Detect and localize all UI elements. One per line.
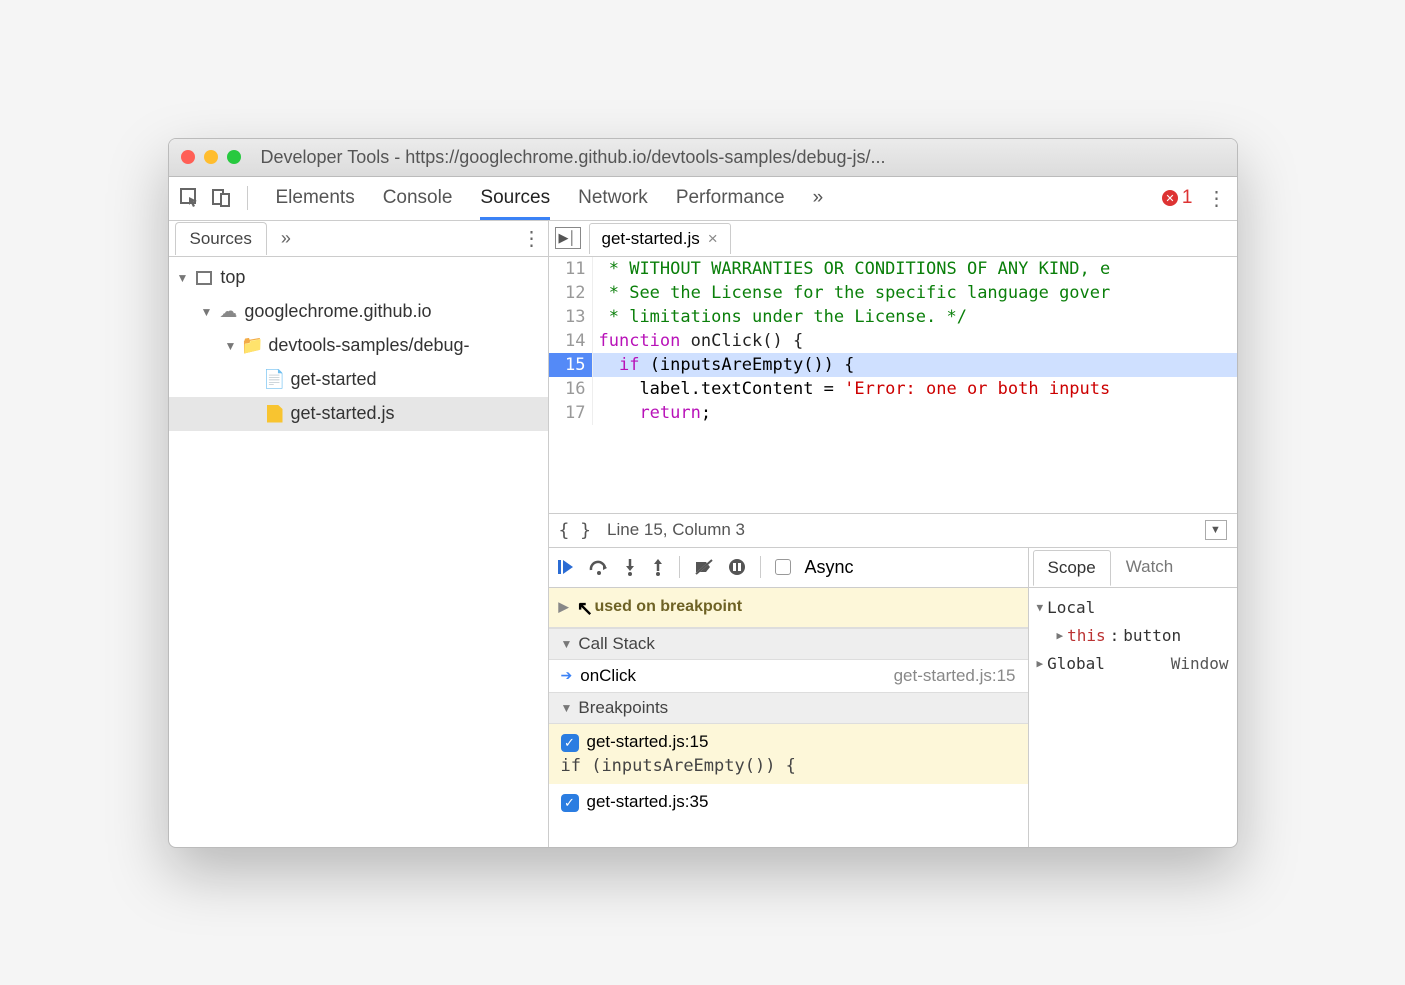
zoom-window-button[interactable] xyxy=(227,150,241,164)
devtools-window: Developer Tools - https://googlechrome.g… xyxy=(168,138,1238,848)
breakpoint-item-1[interactable]: ✓ get-started.js:15 if (inputsAreEmpty())… xyxy=(549,724,1028,784)
resume-icon[interactable] xyxy=(557,558,575,576)
tree-file1-label: get-started xyxy=(291,369,377,390)
inspect-icon[interactable] xyxy=(179,187,201,209)
cursor-position: Line 15, Column 3 xyxy=(607,520,745,540)
error-count: 1 xyxy=(1182,187,1193,209)
call-stack-label: Call Stack xyxy=(578,634,655,654)
frame-name: onClick xyxy=(580,666,636,686)
tree-domain-label: googlechrome.github.io xyxy=(244,301,431,322)
debugger-toolbar: Async xyxy=(549,548,1028,588)
disclosure-icon: ▼ xyxy=(201,305,213,319)
step-over-icon[interactable] xyxy=(589,558,609,576)
tab-console[interactable]: Console xyxy=(383,187,453,209)
breakpoints-header[interactable]: ▼ Breakpoints xyxy=(549,692,1028,724)
code-editor[interactable]: 11 * WITHOUT WARRANTIES OR CONDITIONS OF… xyxy=(549,257,1237,513)
window-controls xyxy=(181,150,241,164)
kebab-menu-icon[interactable]: ⋮ xyxy=(1207,186,1227,211)
status-dropdown-icon[interactable]: ▼ xyxy=(1205,520,1227,540)
disclosure-icon: ▼ xyxy=(177,271,189,285)
bp1-label: get-started.js:15 xyxy=(587,732,709,751)
window-title: Developer Tools - https://googlechrome.g… xyxy=(261,147,886,168)
step-out-icon[interactable] xyxy=(651,558,665,576)
editor-tabs: ▶│ get-started.js × xyxy=(549,221,1237,257)
paused-text: used on breakpoint xyxy=(595,598,743,616)
navigator-tab-sources[interactable]: Sources xyxy=(175,222,267,255)
async-label: Async xyxy=(805,557,854,578)
gutter[interactable]: 11 xyxy=(549,257,593,281)
tree-domain[interactable]: ▼ ☁ googlechrome.github.io xyxy=(169,295,548,329)
tab-watch[interactable]: Watch xyxy=(1111,549,1189,585)
breakpoint-item-2[interactable]: ✓ get-started.js:35 xyxy=(549,784,1028,820)
pretty-print-icon[interactable]: { } xyxy=(559,520,592,541)
breakpoint-checkbox[interactable]: ✓ xyxy=(561,794,579,812)
navigator-overflow[interactable]: » xyxy=(281,228,291,249)
breakpoint-checkbox[interactable]: ✓ xyxy=(561,734,579,752)
tabs-overflow[interactable]: » xyxy=(813,187,824,209)
close-window-button[interactable] xyxy=(181,150,195,164)
disclosure-icon: ▼ xyxy=(225,339,237,353)
tree-top-label: top xyxy=(220,267,245,288)
tab-sources[interactable]: Sources xyxy=(480,187,550,220)
bp2-label: get-started.js:35 xyxy=(587,792,709,811)
scope-tree: ▼Local ▶this: button ▶GlobalWindow xyxy=(1029,588,1237,684)
tree-file-html[interactable]: 📄 get-started xyxy=(169,363,548,397)
navigator-menu-icon[interactable]: ⋮ xyxy=(522,226,542,251)
tab-performance[interactable]: Performance xyxy=(676,187,785,209)
scope-global[interactable]: ▶GlobalWindow xyxy=(1037,650,1229,678)
scope-local[interactable]: ▼Local xyxy=(1037,594,1229,622)
debugger-pane: Async ▶ ↖ used on breakpoint ▼ Call Stac… xyxy=(549,547,1237,847)
close-tab-icon[interactable]: × xyxy=(708,229,718,249)
step-into-icon[interactable] xyxy=(623,558,637,576)
navigator-tabs: Sources » ⋮ xyxy=(169,221,548,257)
disclosure-icon[interactable]: ▶ xyxy=(559,599,569,615)
deactivate-breakpoints-icon[interactable] xyxy=(694,558,714,576)
frame-location: get-started.js:15 xyxy=(894,666,1016,686)
tree-file-js[interactable]: get-started.js xyxy=(169,397,548,431)
bp1-code: if (inputsAreEmpty()) { xyxy=(561,756,1016,776)
paused-banner: ▶ ↖ used on breakpoint xyxy=(549,588,1028,628)
error-indicator[interactable]: ✕ 1 xyxy=(1162,187,1193,209)
breakpoints-label: Breakpoints xyxy=(578,698,668,718)
tab-scope[interactable]: Scope xyxy=(1033,550,1111,586)
call-stack-frame[interactable]: ➔ onClick get-started.js:15 xyxy=(549,660,1028,692)
device-toggle-icon[interactable] xyxy=(211,187,233,209)
folder-icon: 📁 xyxy=(242,336,262,356)
navigator-panel: Sources » ⋮ ▼ top ▼ ☁ googlechrome.githu… xyxy=(169,221,549,847)
js-file-icon xyxy=(265,404,285,424)
current-frame-icon: ➔ xyxy=(561,667,573,684)
tab-network[interactable]: Network xyxy=(578,187,648,209)
cloud-icon: ☁ xyxy=(218,302,238,322)
titlebar: Developer Tools - https://googlechrome.g… xyxy=(169,139,1237,177)
editor-status-bar: { } Line 15, Column 3 ▼ xyxy=(549,513,1237,547)
main-toolbar: Elements Console Sources Network Perform… xyxy=(169,177,1237,221)
tree-folder-label: devtools-samples/debug- xyxy=(268,335,469,356)
show-navigator-icon[interactable]: ▶│ xyxy=(555,227,581,249)
editor-tab-getstarted[interactable]: get-started.js × xyxy=(589,223,731,254)
pause-exceptions-icon[interactable] xyxy=(728,558,746,576)
cursor-icon: ↖ xyxy=(577,596,594,621)
file-icon: 📄 xyxy=(265,370,285,390)
scope-this[interactable]: ▶this: button xyxy=(1037,622,1229,650)
scope-tabs: Scope Watch xyxy=(1029,548,1237,588)
editor-tab-label: get-started.js xyxy=(602,229,700,249)
tab-elements[interactable]: Elements xyxy=(276,187,355,209)
tree-top[interactable]: ▼ top xyxy=(169,261,548,295)
call-stack-header[interactable]: ▼ Call Stack xyxy=(549,628,1028,660)
minimize-window-button[interactable] xyxy=(204,150,218,164)
tree-file2-label: get-started.js xyxy=(291,403,395,424)
async-checkbox[interactable] xyxy=(775,559,791,575)
file-tree: ▼ top ▼ ☁ googlechrome.github.io ▼ 📁 dev… xyxy=(169,257,548,847)
error-icon: ✕ xyxy=(1162,190,1178,206)
frame-icon xyxy=(194,268,214,288)
tree-folder[interactable]: ▼ 📁 devtools-samples/debug- xyxy=(169,329,548,363)
